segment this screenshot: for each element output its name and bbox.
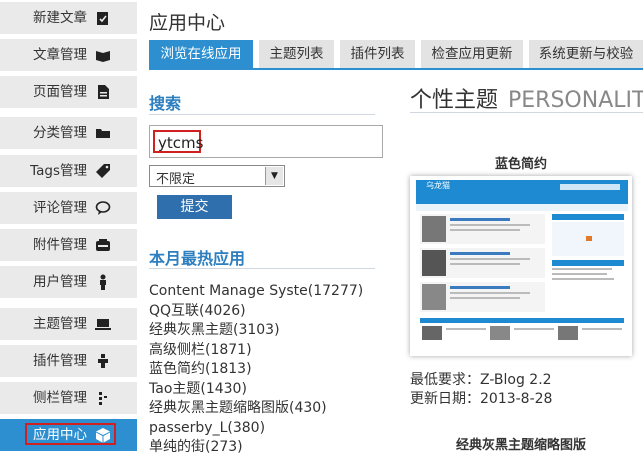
sidebar-item-attachments[interactable]: 附件管理 [0,229,137,261]
update-date: 更新日期：2013-8-28 [410,388,552,408]
chevron-down-icon[interactable]: ▼ [265,167,283,185]
list-item[interactable]: 经典灰黑主题(3103) [149,321,363,341]
list-item[interactable]: Tao主题(1430) [149,380,363,400]
search-input[interactable]: ytcms [149,125,383,158]
sidebar-item-label: 文章管理 [33,47,87,63]
tab-bar-line [149,68,643,70]
sidebar: 新建文章 文章管理 页面管理 分类管理 Tags管理 评论管理 附件管理 用户管… [0,0,137,453]
sidebar-item-themes[interactable]: 主题管理 [0,308,137,340]
list-item[interactable]: 高级侧栏(1871) [149,341,363,361]
tab-check-updates[interactable]: 检查应用更新 [421,40,523,68]
sidebar-item-label: 应用中心 [33,427,87,443]
update-date-value: 2013-8-28 [480,391,553,407]
tab-theme-list[interactable]: 主题列表 [259,40,334,68]
sidebar-item-label: 附件管理 [33,237,87,253]
theme-name[interactable]: 蓝色简约 [410,153,632,172]
section-title-en: PERSONALIT [508,88,643,113]
sidebar-item-label: 新建文章 [33,10,87,26]
list-item[interactable]: Content Manage Syste(17277) [149,282,363,302]
sidebar-item-categories[interactable]: 分类管理 [0,117,137,149]
user-icon [100,274,106,290]
section-title-cn: 个性主题 [410,88,499,113]
theme-preview-image: 乌龙猫 [410,176,632,356]
sidebar-item-label: 用户管理 [33,274,87,290]
sidebar-item-label: 页面管理 [33,84,87,100]
divider [410,112,643,113]
theme-name[interactable]: 经典灰黑主题缩略图版 [410,434,632,453]
page-icon [98,85,109,99]
tag-icon [96,164,110,178]
list-item[interactable]: 经典灰黑主题缩略图版(430) [149,399,363,419]
book-icon [96,51,110,62]
sidebar-item-users[interactable]: 用户管理 [0,266,137,298]
divider [149,268,375,269]
comment-icon [95,201,111,215]
sidebar-item-label: 评论管理 [33,200,87,216]
sidebar-icon [99,392,107,405]
sidebar-item-new-article[interactable]: 新建文章 [0,2,137,34]
edit-icon [97,12,108,25]
folder-icon [96,129,110,138]
filter-select-value: 不限定 [156,172,196,187]
min-requirement-value: Z-Blog 2.2 [480,372,552,388]
sidebar-item-label: 分类管理 [33,125,87,141]
sidebar-item-tags[interactable]: Tags管理 [0,155,137,187]
section-title: 个性主题 PERSONALIT [410,82,643,114]
page-title: 应用中心 [149,12,226,34]
theme-preview-logo: 乌龙猫 [426,180,450,190]
sidebar-item-app-center[interactable]: 应用中心 [0,419,137,451]
sidebar-item-label: 主题管理 [33,316,87,332]
filter-select[interactable]: 不限定 ▼ [149,165,285,187]
attachment-icon [96,239,110,251]
min-requirement-label: 最低要求： [410,372,480,388]
min-requirement: 最低要求：Z-Blog 2.2 [410,369,552,389]
list-item[interactable]: 蓝色简约(1813) [149,360,363,380]
sidebar-item-label: 侧栏管理 [33,390,87,406]
sidebar-item-articles[interactable]: 文章管理 [0,39,137,71]
list-item[interactable]: passerby_L(380) [149,419,363,439]
cube-icon [96,428,110,443]
monitor-icon [95,319,111,330]
search-input-value: ytcms [153,130,203,153]
sidebar-item-plugins[interactable]: 插件管理 [0,345,137,377]
sidebar-item-sidebar[interactable]: 侧栏管理 [0,382,137,414]
tab-browse-online[interactable]: 浏览在线应用 [149,40,253,68]
search-heading: 搜索 [149,94,182,113]
list-item[interactable]: 单纯的街(273) [149,438,363,458]
list-item[interactable]: QQ互联(4026) [149,302,363,322]
sidebar-item-comments[interactable]: 评论管理 [0,192,137,224]
hot-apps-list: Content Manage Syste(17277) QQ互联(4026) 经… [149,282,363,458]
tab-system-update[interactable]: 系统更新与校验 [529,40,643,68]
sidebar-item-label: 插件管理 [33,353,87,369]
hot-apps-heading: 本月最热应用 [149,249,246,268]
plugin-icon [98,354,108,368]
divider [149,114,375,115]
sidebar-item-pages[interactable]: 页面管理 [0,76,137,108]
sidebar-item-label: Tags管理 [30,163,87,179]
tab-plugin-list[interactable]: 插件列表 [340,40,415,68]
submit-button[interactable]: 提交 [157,195,232,219]
update-date-label: 更新日期： [410,391,480,407]
theme-thumbnail[interactable]: 乌龙猫 [410,176,632,356]
